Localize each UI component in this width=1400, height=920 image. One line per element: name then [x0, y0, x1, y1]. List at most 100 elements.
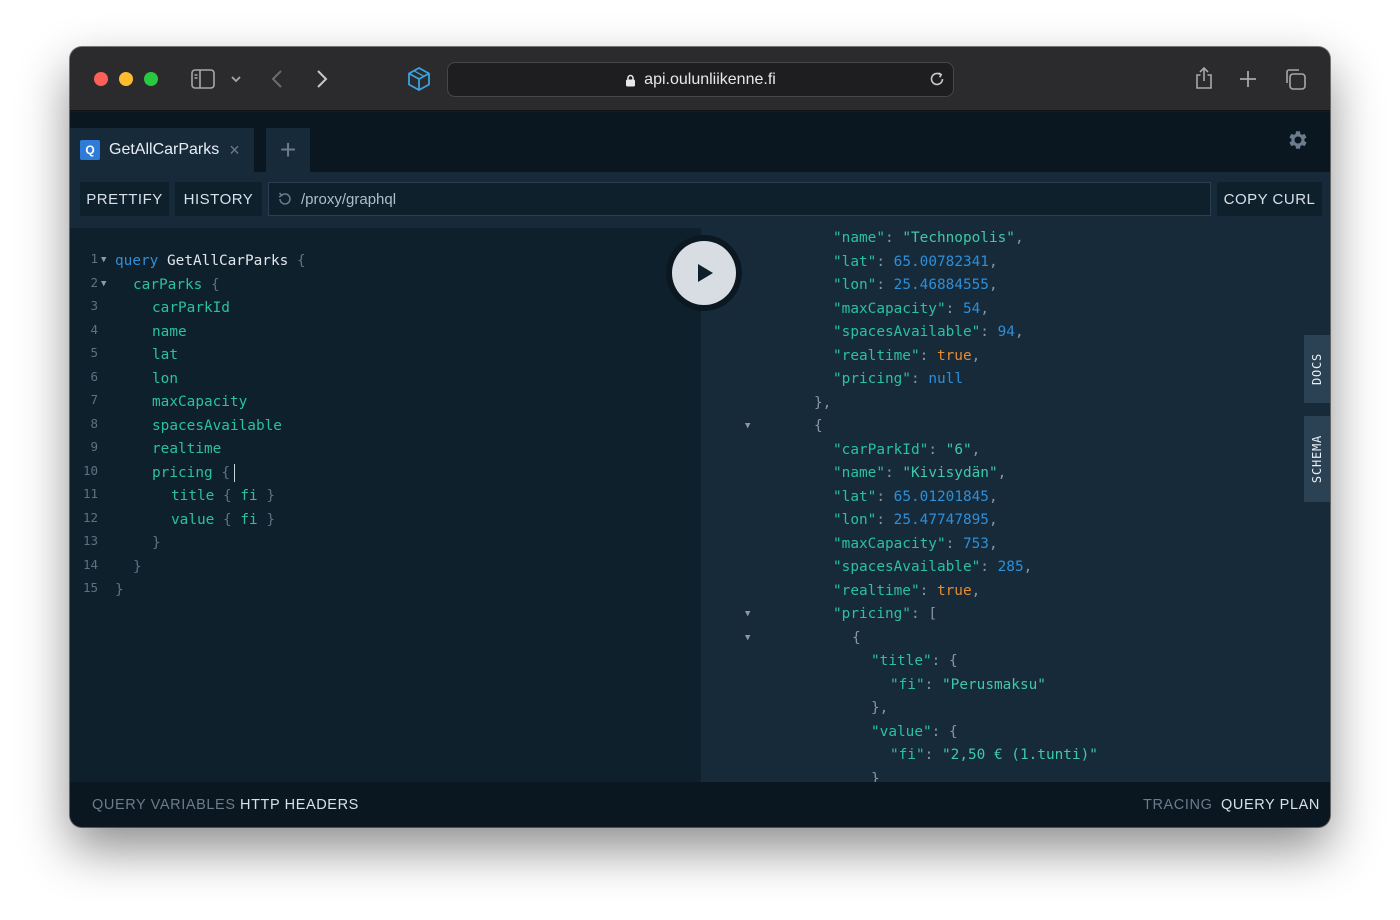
tracing-tab[interactable]: TRACING [1143, 797, 1212, 813]
prettify-button[interactable]: PRETTIFY [80, 182, 169, 216]
browser-window: api.oulunliikenne.fi Q GetAllCarParks × … [70, 47, 1330, 827]
zoom-window-button[interactable] [144, 72, 158, 86]
line-number: 12 [82, 510, 98, 525]
query-variables-tab[interactable]: QUERY VARIABLES [92, 797, 236, 813]
code-line: spacesAvailable [152, 418, 282, 434]
line-number: 1 [90, 251, 98, 266]
result-line: "carParkId": "6", [833, 442, 981, 458]
code-line: name [152, 324, 187, 340]
fold-arrow-icon[interactable]: ▼ [745, 628, 750, 648]
code-line: lon [152, 371, 178, 387]
results-viewer[interactable]: "name": "Technopolis", "lat": 65.0078234… [701, 228, 1330, 782]
result-line: "title": { [871, 653, 958, 669]
play-icon [698, 264, 713, 282]
execute-query-button[interactable] [666, 235, 742, 311]
result-line: "spacesAvailable": 94, [833, 324, 1024, 340]
tab-label: GetAllCarParks [109, 141, 220, 158]
query-badge: Q [80, 140, 100, 160]
lock-icon [626, 74, 636, 87]
docs-tab[interactable]: DOCS [1304, 335, 1330, 403]
result-line: }, [871, 700, 889, 716]
line-number: 6 [90, 369, 98, 384]
result-line: "maxCapacity": 753, [833, 536, 998, 552]
line-number: 13 [82, 533, 98, 548]
code-line: maxCapacity [152, 394, 248, 410]
new-tab-icon[interactable] [1238, 69, 1258, 89]
result-line: "realtime": true, [833, 348, 981, 364]
minimize-window-button[interactable] [119, 72, 133, 86]
address-url: api.oulunliikenne.fi [644, 70, 776, 88]
fold-arrow-icon[interactable]: ▼ [101, 250, 106, 270]
forward-icon[interactable] [315, 68, 329, 90]
line-number: 10 [82, 463, 98, 478]
endpoint-input[interactable]: /proxy/graphql [268, 182, 1211, 216]
line-number: 11 [82, 486, 98, 501]
close-window-button[interactable] [94, 72, 108, 86]
result-line: "pricing": [ [833, 606, 937, 622]
code-line: carParkId [152, 300, 230, 316]
line-number: 14 [82, 557, 98, 572]
line-number: 8 [90, 416, 98, 431]
result-line: }, [814, 395, 832, 411]
result-line: "pricing": null [833, 371, 963, 387]
bottom-panel-bar: QUERY VARIABLES HTTP HEADERS TRACING QUE… [70, 782, 1330, 827]
result-line: "fi": "Perusmaksu" [890, 677, 1046, 693]
fold-arrow-icon[interactable]: ▼ [745, 416, 750, 436]
reset-endpoint-icon[interactable] [277, 191, 293, 207]
tabs-overview-icon[interactable] [1283, 67, 1307, 91]
result-line: "name": "Kivisydän", [833, 465, 1007, 481]
schema-tab[interactable]: SCHEMA [1304, 416, 1330, 502]
line-number: 3 [90, 298, 98, 313]
close-tab-icon[interactable]: × [229, 140, 240, 161]
copy-curl-button[interactable]: COPY CURL [1217, 182, 1322, 216]
playground-tab-row: Q GetAllCarParks × + [70, 112, 1330, 172]
address-bar[interactable]: api.oulunliikenne.fi [447, 62, 954, 97]
result-line: } [871, 771, 880, 782]
sidebar-icon[interactable] [191, 69, 215, 89]
result-line: "value": { [871, 724, 958, 740]
result-line: "fi": "2,50 € (1.tunti)" [890, 747, 1098, 763]
line-number: 9 [90, 439, 98, 454]
fold-arrow-icon[interactable]: ▼ [101, 274, 106, 294]
reload-icon[interactable] [928, 70, 946, 88]
code-line: } [133, 559, 142, 575]
back-icon[interactable] [270, 68, 284, 90]
code-line: carParks { [133, 277, 220, 293]
result-line: "lat": 65.01201845, [833, 489, 998, 505]
result-line: "lon": 25.47747895, [833, 512, 998, 528]
query-plan-tab[interactable]: QUERY PLAN [1221, 797, 1320, 813]
code-line: } [152, 535, 161, 551]
gear-icon[interactable] [1286, 128, 1310, 152]
code-line: } [115, 582, 124, 598]
result-line: { [852, 630, 861, 646]
code-line: pricing { [152, 463, 235, 483]
code-line: realtime [152, 441, 222, 457]
result-line: { [814, 418, 823, 434]
http-headers-tab[interactable]: HTTP HEADERS [240, 797, 359, 813]
code-line: value { fi } [171, 512, 276, 528]
tab-getallcarparks[interactable]: Q GetAllCarParks × [70, 128, 254, 172]
history-button[interactable]: HISTORY [175, 182, 262, 216]
endpoint-url: /proxy/graphql [301, 190, 397, 208]
box-icon[interactable] [406, 66, 432, 92]
result-line: "realtime": true, [833, 583, 981, 599]
add-tab-button[interactable]: + [266, 128, 310, 172]
line-number: 5 [90, 345, 98, 360]
text-cursor [234, 464, 235, 482]
result-line: "lat": 65.00782341, [833, 254, 998, 270]
playground-toolbar: PRETTIFY HISTORY /proxy/graphql COPY CUR… [70, 172, 1330, 228]
line-number: 7 [90, 392, 98, 407]
code-line: query GetAllCarParks { [115, 253, 306, 269]
fold-arrow-icon[interactable]: ▼ [745, 604, 750, 624]
line-number: 15 [82, 580, 98, 595]
result-line: "name": "Technopolis", [833, 230, 1024, 246]
result-line: "lon": 25.46884555, [833, 277, 998, 293]
result-line: "spacesAvailable": 285, [833, 559, 1033, 575]
line-number: 4 [90, 322, 98, 337]
browser-titlebar: api.oulunliikenne.fi [70, 47, 1330, 111]
chevron-down-icon[interactable] [230, 74, 242, 84]
result-line: "maxCapacity": 54, [833, 301, 989, 317]
line-number: 2 [90, 275, 98, 290]
share-icon[interactable] [1194, 65, 1214, 91]
query-editor[interactable]: 1 ▼ query GetAllCarParks { 2 ▼ carParks … [70, 228, 701, 782]
